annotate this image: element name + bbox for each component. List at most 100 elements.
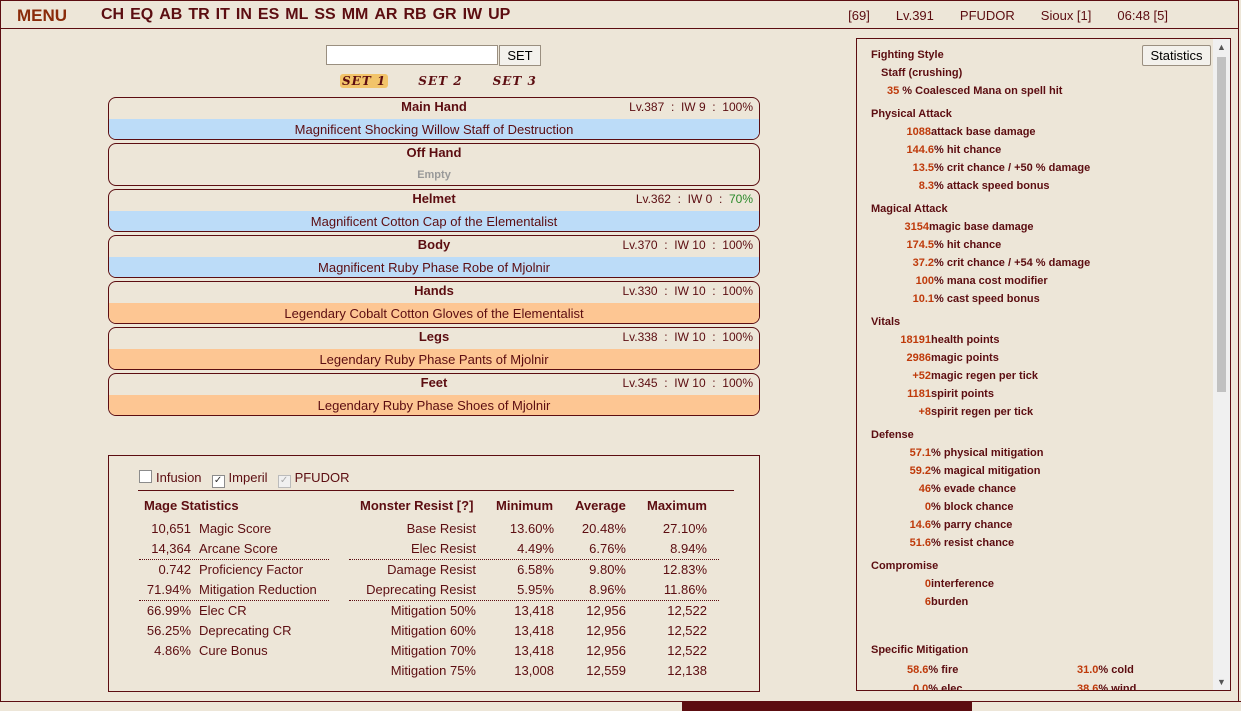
stat-text: % hit chance — [934, 144, 1002, 156]
slot-hands[interactable]: Hands Lv.330 : IW 10 : 100% Legendary Co… — [108, 281, 760, 324]
resist-label: Mitigation 50% — [390, 603, 476, 618]
nav-link-ss[interactable]: SS — [314, 6, 335, 24]
slot-condition: 70% — [728, 192, 753, 206]
scrollbar-thumb[interactable] — [1217, 57, 1226, 392]
resist-min: 5.95% — [517, 582, 554, 597]
stat-text: % evade chance — [931, 483, 1016, 495]
slot-condition: 100% — [722, 376, 753, 390]
vertical-scrollbar[interactable]: ▲ ▼ — [1213, 39, 1230, 690]
stat-value: 10.1 — [912, 293, 934, 305]
slot-item[interactable]: Legendary Ruby Phase Pants of Mjolnir — [109, 349, 759, 369]
stat-line: 35 % Coalesced Mana on spell hit — [887, 85, 1062, 97]
infusion-checkbox[interactable] — [139, 470, 152, 483]
top-navigation-bar: MENU CH EQ AB TR IT IN ES ML SS MM AR RB… — [0, 0, 1239, 29]
stat-value: 35 — [887, 85, 900, 97]
nav-link-mm[interactable]: MM — [342, 6, 369, 24]
slot-body[interactable]: Body Lv.370 : IW 10 : 100% Magnificent R… — [108, 235, 760, 278]
nav-link-tr[interactable]: TR — [188, 6, 209, 24]
stat-line: 31.0% cold — [1077, 664, 1134, 676]
slot-item[interactable]: Magnificent Cotton Cap of the Elementali… — [109, 211, 759, 231]
resist-max: 12,522 — [667, 623, 707, 638]
resist-avg: 12,956 — [586, 643, 626, 658]
slot-meta: Lv.345 : IW 10 : 100% — [622, 376, 753, 390]
monster-resist-header[interactable]: Monster Resist [?] — [360, 498, 473, 513]
slot-item[interactable]: Legendary Ruby Phase Shoes of Mjolnir — [109, 395, 759, 415]
nav-link-up[interactable]: UP — [488, 6, 510, 24]
stat-text: health points — [931, 334, 1000, 346]
average-header: Average — [575, 498, 626, 513]
stat-text: % block chance — [931, 501, 1014, 513]
nav-link-ml[interactable]: ML — [285, 6, 308, 24]
nav-link-ab[interactable]: AB — [159, 6, 182, 24]
mage-stat-value: 66.99% — [146, 603, 191, 618]
infusion-label: Infusion — [156, 470, 202, 485]
slot-main-hand[interactable]: Main Hand Lv.387 : IW 9 : 100% Magnifice… — [108, 97, 760, 140]
slot-item[interactable]: Magnificent Shocking Willow Staff of Des… — [109, 119, 759, 139]
imperil-label: Imperil — [228, 470, 268, 485]
slot-level: Lv.362 — [635, 192, 671, 206]
compromise-title: Compromise — [871, 560, 939, 572]
nav-link-iw[interactable]: IW — [463, 6, 483, 24]
nav-link-in[interactable]: IN — [236, 6, 252, 24]
slot-meta: Lv.362 : IW 0 : 70% — [635, 192, 753, 206]
stat-text: spirit points — [931, 388, 994, 400]
nav-link-it[interactable]: IT — [216, 6, 230, 24]
nav-link-rb[interactable]: RB — [403, 6, 426, 24]
tab-set-1[interactable]: SET 1 — [340, 74, 389, 88]
tab-set-2[interactable]: SET 2 — [418, 74, 462, 88]
slot-helmet[interactable]: Helmet Lv.362 : IW 0 : 70% Magnificent C… — [108, 189, 760, 232]
imperil-toggle[interactable]: ✓ Imperil — [211, 470, 268, 488]
slot-item[interactable]: Magnificent Ruby Phase Robe of Mjolnir — [109, 257, 759, 277]
pfudor-toggle: ✓ PFUDOR — [277, 470, 349, 488]
nav-link-ch[interactable]: CH — [101, 6, 124, 24]
statistics-button[interactable]: Statistics — [1142, 45, 1211, 66]
set-tabs: SET 1 SET 2 SET 3 — [340, 74, 537, 88]
stat-value: 3154 — [904, 221, 929, 233]
mage-stat-label: Proficiency Factor — [199, 562, 304, 577]
mage-stat-label: Magic Score — [199, 521, 272, 536]
stat-value: 8.3 — [918, 180, 934, 192]
slot-item[interactable]: Empty — [109, 165, 759, 185]
physical-attack-title: Physical Attack — [871, 108, 952, 120]
slot-item[interactable]: Legendary Cobalt Cotton Gloves of the El… — [109, 303, 759, 323]
resist-max: 12,522 — [667, 603, 707, 618]
character-statistics-panel: Statistics Fighting Style Staff (crushin… — [856, 38, 1231, 691]
imperil-checkbox[interactable]: ✓ — [211, 475, 225, 488]
slot-iw: IW 10 — [674, 238, 706, 252]
menu-link[interactable]: MENU — [17, 6, 67, 26]
dotted-divider — [139, 559, 329, 560]
slot-meta: Lv.330 : IW 10 : 100% — [622, 284, 753, 298]
scroll-down-icon[interactable]: ▼ — [1217, 677, 1226, 687]
fighting-style-title: Fighting Style — [871, 49, 944, 61]
nav-link-eq[interactable]: EQ — [130, 6, 153, 24]
nav-link-ar[interactable]: AR — [374, 6, 397, 24]
stat-value: 2986 — [906, 352, 931, 364]
resist-min: 13,418 — [514, 623, 554, 638]
stat-text: % Coalesced Mana on spell hit — [899, 85, 1063, 97]
slot-off-hand[interactable]: Off Hand Empty — [108, 143, 760, 186]
mage-stat-value: 0.742 — [158, 562, 191, 577]
slot-legs[interactable]: Legs Lv.338 : IW 10 : 100% Legendary Rub… — [108, 327, 760, 370]
stat-text: magic regen per tick — [931, 370, 1038, 382]
nav-link-es[interactable]: ES — [258, 6, 279, 24]
stat-value: +52 — [912, 370, 931, 382]
resist-label: Mitigation 60% — [390, 623, 476, 638]
resist-avg: 9.80% — [589, 562, 626, 577]
slot-feet[interactable]: Feet Lv.345 : IW 10 : 100% Legendary Rub… — [108, 373, 760, 416]
slot-condition: 100% — [722, 284, 753, 298]
stat-value: 100 — [915, 275, 934, 287]
slot-condition: 100% — [722, 330, 753, 344]
slot-level: Lv.330 — [622, 284, 658, 298]
search-input[interactable] — [326, 45, 498, 65]
specific-mitigation-title: Specific Mitigation — [871, 644, 969, 656]
infusion-toggle[interactable]: Infusion — [139, 470, 202, 488]
nav-link-gr[interactable]: GR — [433, 6, 457, 24]
stat-text: spirit regen per tick — [931, 406, 1034, 418]
set-button[interactable]: SET — [499, 45, 541, 66]
resist-min: 13,008 — [514, 663, 554, 678]
vitals-title: Vitals — [871, 316, 901, 328]
scroll-up-icon[interactable]: ▲ — [1217, 42, 1226, 52]
player-status: [69] Lv.391 PFUDOR Sioux [1] 06:48 [5] — [848, 8, 1168, 23]
tab-set-3[interactable]: SET 3 — [493, 74, 537, 88]
slot-meta: Lv.338 : IW 10 : 100% — [622, 330, 753, 344]
